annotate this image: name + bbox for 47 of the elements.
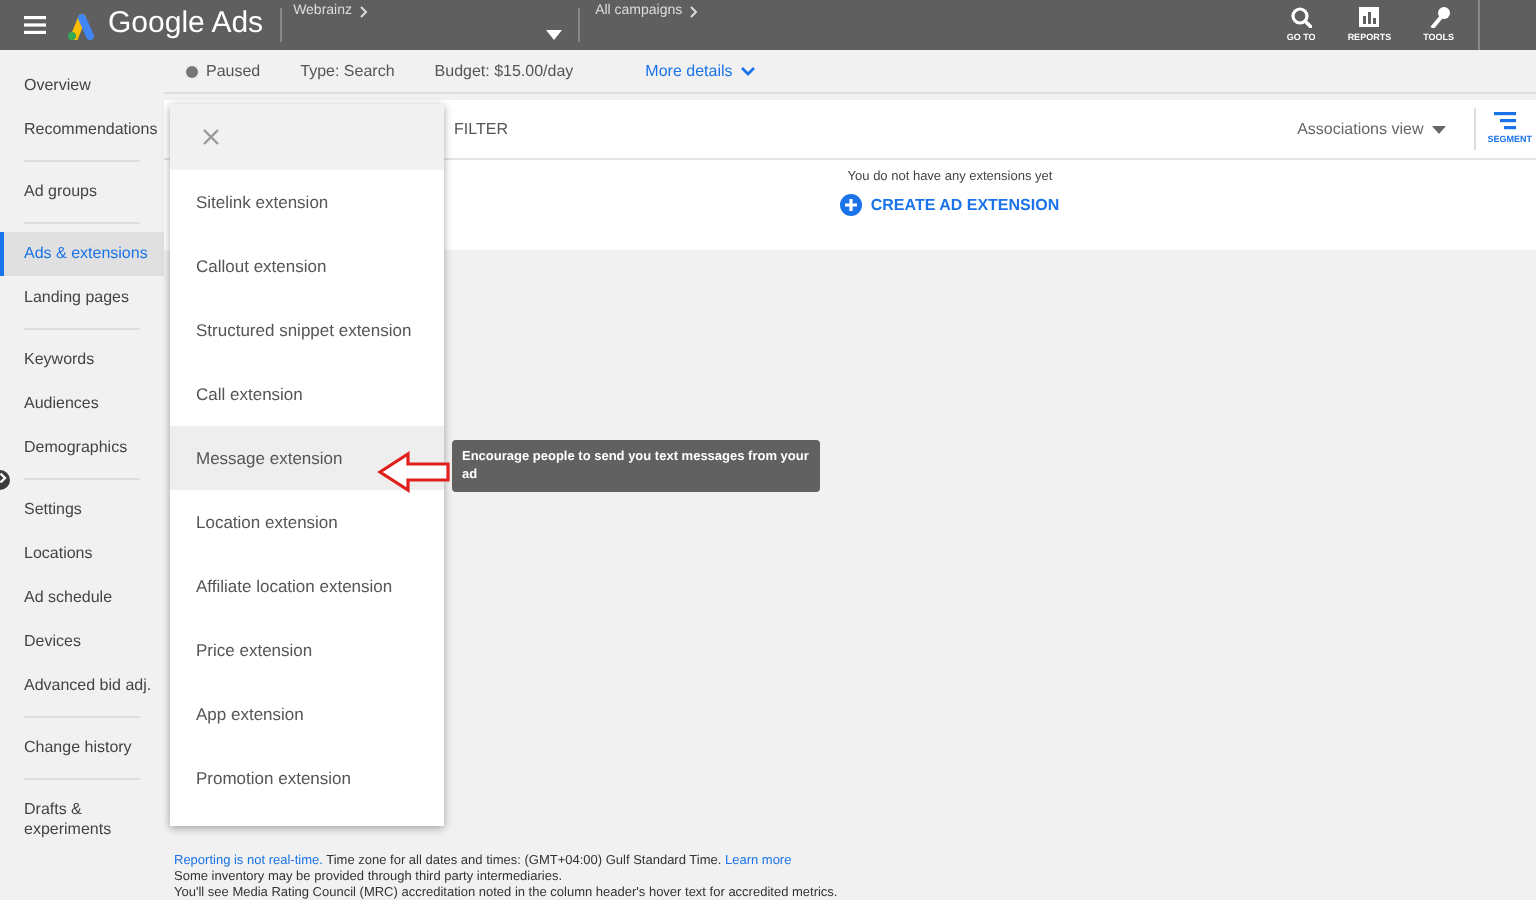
campaign-status: Paused bbox=[206, 59, 261, 83]
sidebar-item[interactable]: Keywords bbox=[0, 338, 164, 382]
campaign-type: Type: Search bbox=[300, 59, 395, 83]
menu-item[interactable]: Call extension bbox=[170, 362, 444, 426]
wrench-icon bbox=[1427, 6, 1450, 29]
menu-item[interactable]: Location extension bbox=[170, 490, 444, 554]
caret-icon[interactable] bbox=[545, 30, 562, 40]
caret-icon bbox=[1431, 125, 1446, 133]
status-dot-icon bbox=[186, 65, 198, 77]
sidebar-item[interactable]: Drafts & experiments bbox=[0, 788, 120, 852]
sidebar-item[interactable]: Demographics bbox=[0, 426, 164, 470]
menu-item[interactable]: App extension bbox=[170, 682, 444, 746]
associations-view-dropdown[interactable]: Associations view bbox=[1297, 117, 1446, 141]
sidebar-item[interactable]: Ad schedule bbox=[0, 576, 164, 620]
sidebar-item[interactable]: Settings bbox=[0, 488, 164, 532]
menu-item[interactable]: Callout extension bbox=[170, 234, 444, 298]
sidebar-item[interactable]: Advanced bid adj. bbox=[0, 664, 164, 708]
menu-item[interactable]: Structured snippet extension bbox=[170, 298, 444, 362]
menu-item[interactable]: Promotion extension bbox=[170, 746, 444, 810]
app-title: Google Ads bbox=[108, 4, 264, 45]
sidebar-item[interactable]: Change history bbox=[0, 726, 164, 770]
sidebar-item[interactable]: Ads & extensions bbox=[0, 232, 164, 276]
sidebar-item[interactable]: Ad groups bbox=[0, 170, 164, 214]
sidebar-item[interactable]: Audiences bbox=[0, 382, 164, 426]
chevron-right-icon bbox=[360, 6, 369, 19]
menu-item[interactable]: Sitelink extension bbox=[170, 170, 444, 234]
logo-icon bbox=[64, 11, 96, 39]
sidebar-item[interactable]: Recommendations bbox=[0, 108, 164, 152]
chevron-down-icon bbox=[740, 66, 757, 76]
chevron-right-icon bbox=[690, 6, 699, 19]
more-details-link[interactable]: More details bbox=[645, 59, 757, 83]
menu-icon[interactable] bbox=[24, 16, 46, 34]
sidebar-item[interactable]: Landing pages bbox=[0, 276, 164, 320]
create-extension-button[interactable]: CREATE AD EXTENSION bbox=[840, 193, 1060, 218]
menu-item[interactable]: Message extension bbox=[170, 426, 444, 490]
sidebar-item[interactable]: Devices bbox=[0, 620, 164, 664]
bar-chart-icon bbox=[1358, 6, 1381, 29]
plus-icon bbox=[840, 194, 863, 217]
annotation-arrow bbox=[377, 451, 450, 493]
menu-item[interactable]: Affiliate location extension bbox=[170, 554, 444, 618]
menu-item[interactable]: Price extension bbox=[170, 618, 444, 682]
search-icon bbox=[1290, 6, 1313, 29]
filter-button[interactable]: FILTER bbox=[454, 117, 508, 141]
sidebar-item[interactable]: Overview bbox=[0, 64, 164, 108]
campaign-budget: Budget: $15.00/day bbox=[434, 59, 574, 83]
segment-icon bbox=[1493, 112, 1516, 131]
sidebar-item[interactable]: Locations bbox=[0, 532, 164, 576]
